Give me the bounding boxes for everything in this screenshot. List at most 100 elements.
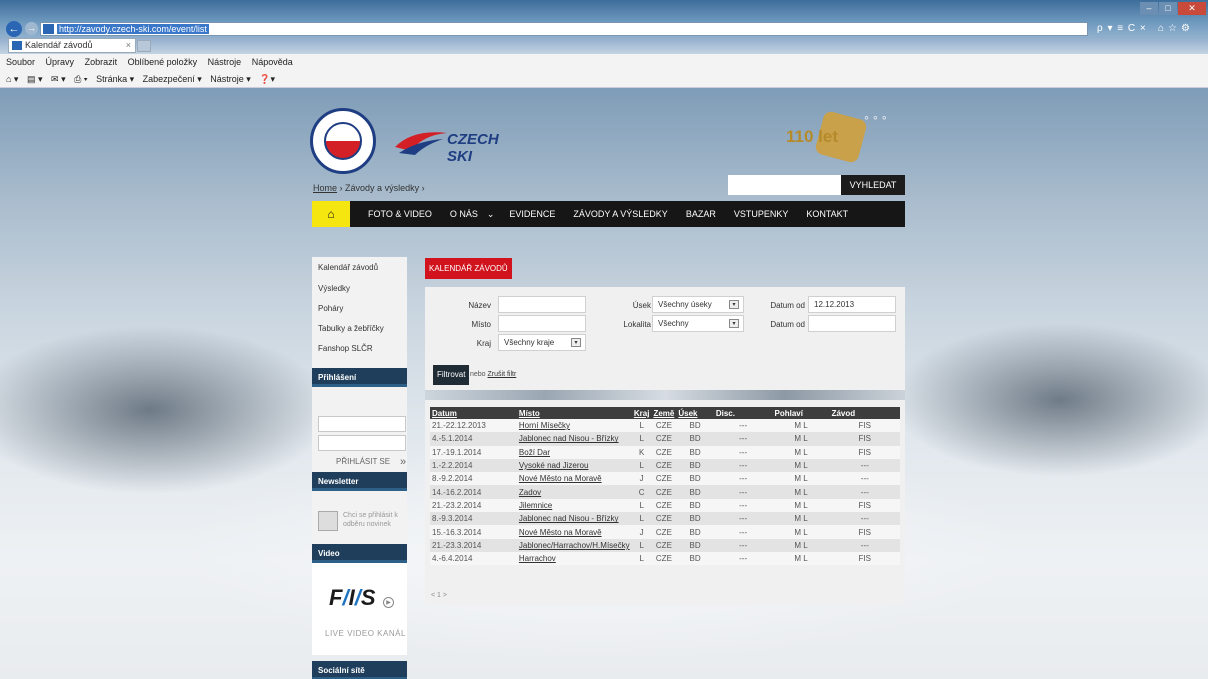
cell-misto[interactable]: Nové Město na Moravě [516, 525, 632, 539]
cell-misto[interactable]: Nové Město na Moravě [516, 472, 632, 486]
place-link[interactable]: Zadov [519, 488, 541, 497]
cell-misto[interactable]: Boží Dar [516, 445, 632, 459]
feeds-cmd-icon[interactable]: ▤ ▾ [27, 74, 43, 84]
nav-zavody-vysledky[interactable]: ZÁVODY A VÝSLEDKY [564, 209, 676, 219]
home-star-gear-icons[interactable]: ⌂☆⚙ [1158, 23, 1194, 34]
print-cmd-icon[interactable]: ⎙ ▾ [74, 74, 87, 84]
col-usek[interactable]: Úsek [676, 407, 714, 419]
menu-upravy[interactable]: Úpravy [46, 57, 75, 67]
forward-button[interactable]: → [25, 22, 38, 35]
place-link[interactable]: Jablonec nad Nisou - Břízky [519, 514, 619, 523]
sidebar-item-pohary[interactable]: Poháry [312, 299, 407, 319]
place-link[interactable]: Jilemnice [519, 501, 552, 510]
place-link[interactable]: Boží Dar [519, 448, 550, 457]
cell-misto[interactable]: Jablonec/Harrachov/H.Mísečky [516, 538, 632, 552]
usek-select[interactable]: Všechny úseky ▾ [652, 296, 744, 313]
filter-button[interactable]: Filtrovat [433, 365, 470, 385]
cell-usek: BD [676, 525, 714, 539]
misto-input[interactable] [498, 315, 586, 332]
menu-oblibene[interactable]: Oblíbené položky [128, 57, 198, 67]
col-misto[interactable]: Místo [516, 407, 632, 419]
datum-od-input[interactable]: 12.12.2013 [808, 296, 896, 313]
cell-kraj: L [631, 551, 652, 566]
czech-ski-logo[interactable]: CZECH SKI [393, 123, 513, 165]
cell-disc: --- [713, 498, 773, 513]
place-link[interactable]: Jablonec/Harrachov/H.Mísečky [519, 541, 630, 550]
pagination[interactable]: < 1 > [431, 592, 447, 599]
search-button[interactable]: VYHLEDAT [841, 175, 905, 195]
place-link[interactable]: Harrachov [519, 554, 556, 563]
cell-kraj: L [631, 512, 652, 526]
home-icon[interactable]: ⌂ [312, 201, 350, 227]
place-link[interactable]: Horní Mísečky [519, 421, 570, 430]
reset-filter-link[interactable]: Zrušit filtr [488, 371, 517, 378]
place-link[interactable]: Jablonec nad Nisou - Břízky [519, 434, 619, 443]
sidebar-item-tabulky[interactable]: Tabulky a žebříčky [312, 319, 407, 339]
cell-disc: --- [713, 432, 773, 446]
breadcrumb-current: Závody a výsledky [345, 183, 420, 193]
login-button[interactable]: PŘIHLÁSIT SE » [336, 457, 406, 468]
cell-misto[interactable]: Vysoké nad Jizerou [516, 458, 632, 473]
video-box[interactable]: F/I/S ▶ LIVE VIDEO KANÁL [312, 563, 407, 655]
menu-nastroje[interactable]: Nástroje [208, 57, 242, 67]
login-password-input[interactable] [318, 435, 406, 451]
nazev-input[interactable] [498, 296, 586, 313]
browser-tab[interactable]: Kalendář závodů × [8, 38, 136, 53]
place-link[interactable]: Nové Město na Moravě [519, 474, 602, 483]
chevron-down-icon[interactable]: ⌄ [487, 209, 501, 220]
col-datum[interactable]: Datum [430, 407, 517, 419]
help-cmd-icon[interactable]: ❓▾ [259, 74, 275, 84]
breadcrumb: Home › Závody a výsledky › [313, 183, 425, 193]
cmd-nastroje[interactable]: Nástroje ▾ [210, 74, 251, 84]
nav-vstupenky[interactable]: VSTUPENKY [725, 209, 798, 219]
sidebar-item-kalendar[interactable]: Kalendář závodů [312, 257, 407, 279]
sidebar-item-vysledky[interactable]: Výsledky [312, 279, 407, 299]
cell-kraj: L [631, 432, 652, 446]
kraj-select[interactable]: Všechny kraje ▾ [498, 334, 586, 351]
menu-soubor[interactable]: Soubor [6, 57, 35, 67]
double-chevron-right-icon: » [400, 456, 407, 468]
place-link[interactable]: Vysoké nad Jizerou [519, 461, 589, 470]
nav-kontakt[interactable]: KONTAKT [797, 209, 857, 219]
col-zeme[interactable]: Země [651, 407, 677, 419]
cell-misto[interactable]: Jilemnice [516, 498, 632, 513]
address-bar[interactable]: http://zavody.czech-ski.com/event/list [40, 22, 1088, 36]
nav-o-nas[interactable]: O NÁS [441, 209, 487, 219]
cmd-zabezpeceni[interactable]: Zabezpečení ▾ [143, 74, 202, 84]
home-cmd-icon[interactable]: ⌂ ▾ [6, 74, 18, 84]
search-input[interactable] [728, 175, 841, 195]
mail-cmd-icon[interactable]: ✉ ▾ [51, 74, 66, 84]
cell-kraj: L [631, 458, 652, 473]
svaz-lyzaru-logo[interactable] [310, 108, 376, 174]
newsletter-box[interactable]: Chci se přihlásit k odběru novinek [312, 491, 407, 544]
cmd-stranka[interactable]: Stránka ▾ [96, 74, 134, 84]
cell-misto[interactable]: Zadov [516, 485, 632, 499]
cell-zavod: FIS [829, 432, 900, 446]
nav-evidence[interactable]: EVIDENCE [500, 209, 564, 219]
tab-bar [0, 37, 1208, 54]
menu-napoveda[interactable]: Nápověda [252, 57, 293, 67]
address-tools[interactable]: ρ ▾ ≡ C × [1097, 23, 1147, 34]
maximize-button[interactable]: □ [1159, 2, 1177, 15]
cell-misto[interactable]: Jablonec nad Nisou - Břízky [516, 512, 632, 526]
nav-foto-video[interactable]: FOTO & VIDEO [350, 209, 441, 219]
datum-do-input[interactable] [808, 315, 896, 332]
back-button[interactable]: ← [6, 21, 22, 37]
tab-close-icon[interactable]: × [126, 39, 131, 52]
menu-zobrazit[interactable]: Zobrazit [85, 57, 118, 67]
minimize-button[interactable]: – [1140, 2, 1158, 15]
cell-misto[interactable]: Horní Mísečky [516, 419, 632, 433]
cell-zeme: CZE [651, 432, 677, 446]
cell-misto[interactable]: Harrachov [516, 551, 632, 566]
close-window-button[interactable]: ✕ [1178, 2, 1206, 15]
lokalita-select[interactable]: Všechny ▾ [652, 315, 744, 332]
nav-bazar[interactable]: BAZAR [677, 209, 725, 219]
play-icon[interactable]: ▶ [383, 597, 394, 608]
cell-misto[interactable]: Jablonec nad Nisou - Břízky [516, 432, 632, 446]
place-link[interactable]: Nové Město na Moravě [519, 528, 602, 537]
sidebar-item-fanshop[interactable]: Fanshop SLČR [312, 339, 407, 359]
new-tab-button[interactable] [137, 40, 151, 52]
login-username-input[interactable] [318, 416, 406, 432]
col-kraj[interactable]: Kraj [631, 407, 652, 419]
breadcrumb-home-link[interactable]: Home [313, 183, 337, 193]
